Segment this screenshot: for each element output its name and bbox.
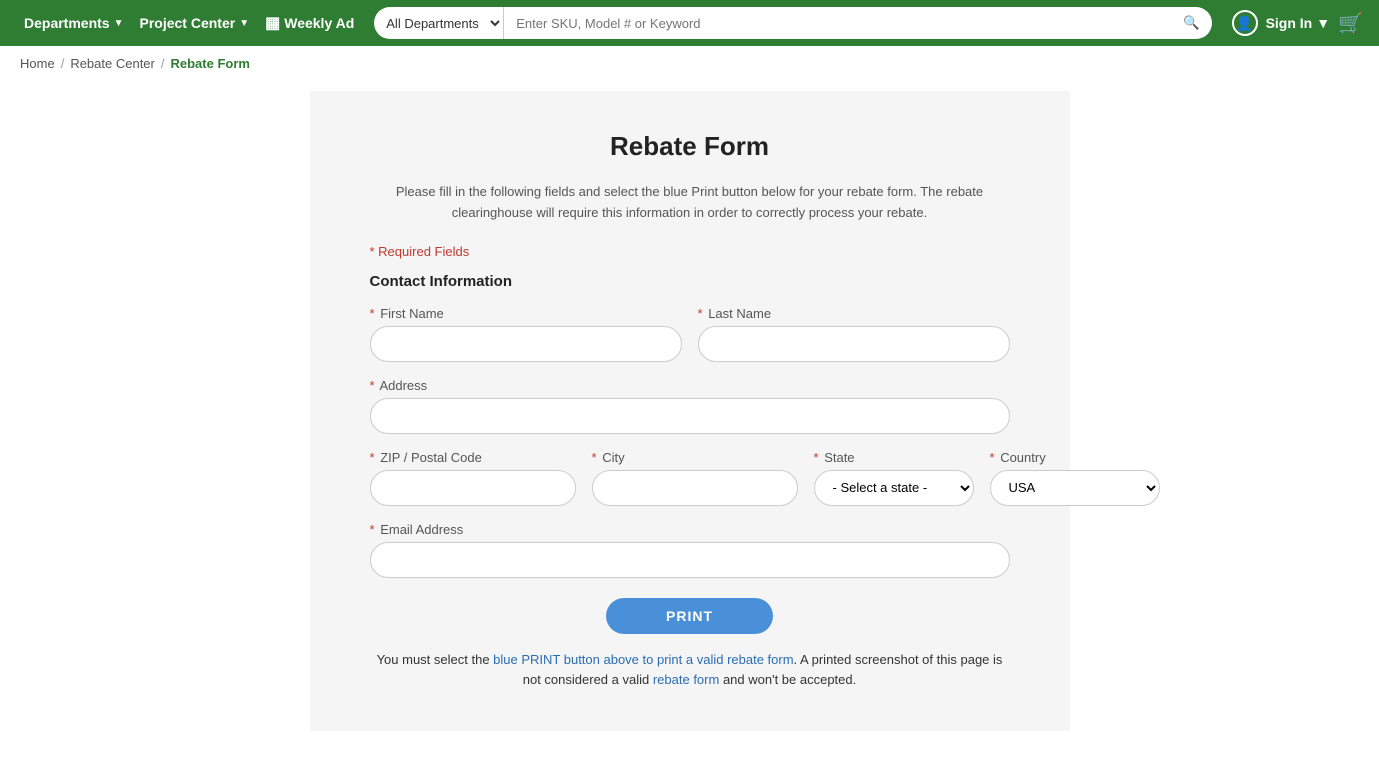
weekly-ad-label: Weekly Ad xyxy=(284,15,354,31)
search-input[interactable] xyxy=(504,7,1171,39)
project-center-label: Project Center xyxy=(140,15,236,31)
bottom-note-blue-text: blue PRINT button above to print a valid… xyxy=(493,652,793,667)
last-name-input[interactable] xyxy=(698,326,1010,362)
section-title: Contact Information xyxy=(370,273,1010,290)
first-name-required-star: * xyxy=(370,306,375,321)
last-name-label: * Last Name xyxy=(698,306,1010,321)
form-title: Rebate Form xyxy=(370,131,1010,162)
address-col: * Address xyxy=(370,378,1010,434)
zip-col: * ZIP / Postal Code xyxy=(370,450,576,506)
sign-in-button[interactable]: Sign In ▼ xyxy=(1266,15,1331,31)
city-required-star: * xyxy=(592,450,597,465)
location-row: * ZIP / Postal Code * City * State - Sel xyxy=(370,450,1010,506)
email-row: * Email Address xyxy=(370,522,1010,578)
print-button[interactable]: PRINT xyxy=(606,598,773,634)
name-row: * First Name * Last Name xyxy=(370,306,1010,362)
bottom-note: You must select the blue PRINT button ab… xyxy=(370,650,1010,692)
country-select[interactable]: USA Canada Mexico xyxy=(990,470,1160,506)
form-description: Please fill in the following fields and … xyxy=(370,182,1010,224)
breadcrumb-rebate-center[interactable]: Rebate Center xyxy=(70,56,155,71)
city-col: * City xyxy=(592,450,798,506)
address-row: * Address xyxy=(370,378,1010,434)
email-input[interactable] xyxy=(370,542,1010,578)
first-name-label: * First Name xyxy=(370,306,682,321)
bottom-note-blue-text-2: rebate form xyxy=(653,672,719,687)
user-icon: 👤 xyxy=(1232,10,1258,36)
address-label: * Address xyxy=(370,378,1010,393)
breadcrumb-current: Rebate Form xyxy=(171,56,250,71)
project-center-menu[interactable]: Project Center ▼ xyxy=(132,15,258,31)
weekly-ad-icon: ▦ xyxy=(265,13,280,33)
breadcrumb-home[interactable]: Home xyxy=(20,56,55,71)
breadcrumb: Home / Rebate Center / Rebate Form xyxy=(0,46,1379,81)
main-content: Rebate Form Please fill in the following… xyxy=(0,81,1379,761)
email-label: * Email Address xyxy=(370,522,1010,537)
state-required-star: * xyxy=(814,450,819,465)
email-required-star: * xyxy=(370,522,375,537)
search-area: All Departments 🔍 xyxy=(374,7,1211,39)
state-select[interactable]: - Select a state - Alabama Alaska Arizon… xyxy=(814,470,974,506)
last-name-col: * Last Name xyxy=(698,306,1010,362)
breadcrumb-separator-1: / xyxy=(61,56,65,71)
weekly-ad-button[interactable]: ▦ Weekly Ad xyxy=(257,13,362,33)
cart-icon[interactable]: 🛒 xyxy=(1338,11,1363,36)
city-label: * City xyxy=(592,450,798,465)
sign-in-label: Sign In xyxy=(1266,15,1313,31)
first-name-col: * First Name xyxy=(370,306,682,362)
departments-menu[interactable]: Departments ▼ xyxy=(16,15,132,31)
email-col: * Email Address xyxy=(370,522,1010,578)
zip-required-star: * xyxy=(370,450,375,465)
department-select[interactable]: All Departments xyxy=(374,7,504,39)
header-right: 👤 Sign In ▼ 🛒 xyxy=(1232,10,1363,36)
departments-label: Departments xyxy=(24,15,110,31)
zip-input[interactable] xyxy=(370,470,576,506)
header: Departments ▼ Project Center ▼ ▦ Weekly … xyxy=(0,0,1379,46)
form-container: Rebate Form Please fill in the following… xyxy=(310,91,1070,731)
country-required-star: * xyxy=(990,450,995,465)
state-col: * State - Select a state - Alabama Alask… xyxy=(814,450,974,506)
state-label: * State xyxy=(814,450,974,465)
country-col: * Country USA Canada Mexico xyxy=(990,450,1160,506)
breadcrumb-separator-2: / xyxy=(161,56,165,71)
address-required-star: * xyxy=(370,378,375,393)
project-center-chevron-icon: ▼ xyxy=(239,18,249,29)
city-input[interactable] xyxy=(592,470,798,506)
address-input[interactable] xyxy=(370,398,1010,434)
last-name-required-star: * xyxy=(698,306,703,321)
country-label: * Country xyxy=(990,450,1160,465)
search-button[interactable]: 🔍 xyxy=(1171,7,1212,39)
departments-chevron-icon: ▼ xyxy=(114,18,124,29)
first-name-input[interactable] xyxy=(370,326,682,362)
search-icon: 🔍 xyxy=(1183,15,1200,31)
zip-label: * ZIP / Postal Code xyxy=(370,450,576,465)
sign-in-chevron-icon: ▼ xyxy=(1316,15,1330,31)
required-note: * Required Fields xyxy=(370,244,1010,259)
